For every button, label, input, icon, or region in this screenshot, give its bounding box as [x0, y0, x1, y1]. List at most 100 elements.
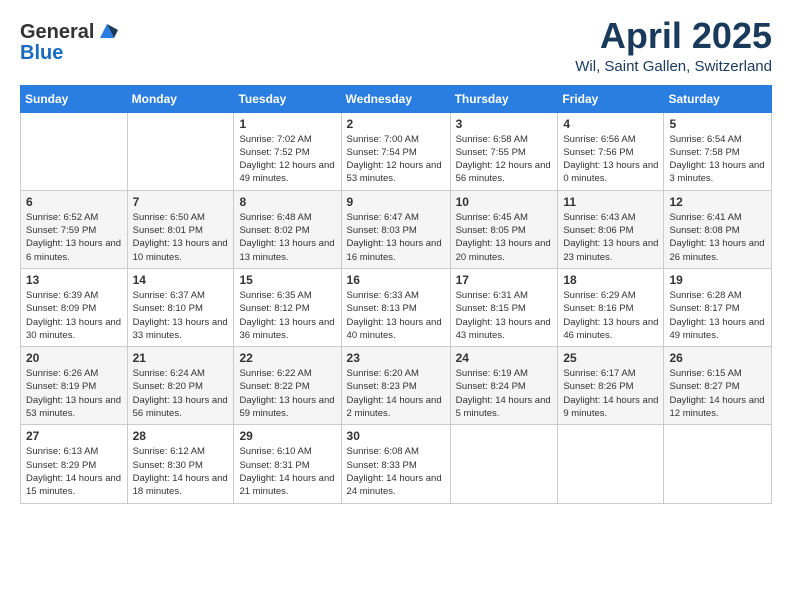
calendar-cell-w4-d7: 26Sunrise: 6:15 AMSunset: 8:27 PMDayligh…: [664, 347, 772, 425]
calendar-cell-w5-d4: 30 Sunrise: 6:08 AMSunset: 8:33 PMDayligh…: [341, 425, 450, 503]
calendar-cell-w2-d7: 12 Sunrise: 6:41 AMSunset: 8:08 PMDayligh…: [664, 190, 772, 268]
calendar-cell-w2-d1: 6 Sunrise: 6:52 AMSunset: 7:59 PMDaylight…: [21, 190, 128, 268]
col-tuesday: Tuesday: [234, 85, 341, 112]
logo: General Blue: [20, 16, 118, 65]
week-row-3: 13Sunrise: 6:39 AMSunset: 8:09 PMDayligh…: [21, 268, 772, 346]
calendar-cell-w1-d3: 1 Sunrise: 7:02 AMSunset: 7:52 PMDaylight…: [234, 112, 341, 190]
calendar-cell-w4-d5: 24 Sunrise: 6:19 AMSunset: 8:24 PMDayligh…: [450, 347, 558, 425]
calendar-cell-w1-d1: [21, 112, 128, 190]
day-info: Sunrise: 6:41 AMSunset: 8:08 PMDaylight:…: [669, 211, 766, 264]
calendar-cell-w2-d4: 9 Sunrise: 6:47 AMSunset: 8:03 PMDaylight…: [341, 190, 450, 268]
day-info: Sunrise: 6:54 AMSunset: 7:58 PMDaylight:…: [669, 133, 766, 186]
day-number: 24: [456, 351, 553, 365]
day-info: Sunrise: 6:35 AMSunset: 8:12 PMDaylight:…: [239, 289, 335, 342]
calendar-table: Sunday Monday Tuesday Wednesday Thursday…: [20, 85, 772, 504]
calendar-cell-w4-d3: 22 Sunrise: 6:22 AMSunset: 8:22 PMDayligh…: [234, 347, 341, 425]
day-number: 25: [563, 351, 658, 365]
day-number: 19: [669, 273, 766, 287]
col-thursday: Thursday: [450, 85, 558, 112]
location-title: Wil, Saint Gallen, Switzerland: [575, 58, 772, 75]
calendar-cell-w4-d1: 20 Sunrise: 6:26 AMSunset: 8:19 PMDayligh…: [21, 347, 128, 425]
calendar-cell-w5-d5: [450, 425, 558, 503]
day-info: Sunrise: 6:56 AMSunset: 7:56 PMDaylight:…: [563, 133, 658, 186]
day-info: Sunrise: 6:17 AMSunset: 8:26 PMDaylight:…: [563, 367, 658, 420]
day-info: Sunrise: 6:58 AMSunset: 7:55 PMDaylight:…: [456, 133, 553, 186]
header: General Blue April 2025 Wil, Saint Galle…: [20, 16, 772, 75]
day-number: 23: [347, 351, 445, 365]
calendar-cell-w3-d5: 17Sunrise: 6:31 AMSunset: 8:15 PMDayligh…: [450, 268, 558, 346]
col-monday: Monday: [127, 85, 234, 112]
day-number: 30: [347, 429, 445, 443]
calendar-cell-w4-d4: 23 Sunrise: 6:20 AMSunset: 8:23 PMDayligh…: [341, 347, 450, 425]
calendar-cell-w1-d4: 2 Sunrise: 7:00 AMSunset: 7:54 PMDaylight…: [341, 112, 450, 190]
calendar-cell-w5-d1: 27 Sunrise: 6:13 AMSunset: 8:29 PMDayligh…: [21, 425, 128, 503]
logo-icon: [96, 20, 118, 42]
day-number: 8: [239, 195, 335, 209]
calendar-cell-w4-d2: 21Sunrise: 6:24 AMSunset: 8:20 PMDayligh…: [127, 347, 234, 425]
logo-general-text: General: [20, 22, 94, 42]
col-saturday: Saturday: [664, 85, 772, 112]
day-number: 20: [26, 351, 122, 365]
day-info: Sunrise: 6:08 AMSunset: 8:33 PMDaylight:…: [347, 445, 445, 498]
day-info: Sunrise: 6:33 AMSunset: 8:13 PMDaylight:…: [347, 289, 445, 342]
day-info: Sunrise: 6:24 AMSunset: 8:20 PMDaylight:…: [133, 367, 229, 420]
day-info: Sunrise: 6:26 AMSunset: 8:19 PMDaylight:…: [26, 367, 122, 420]
month-title: April 2025: [575, 16, 772, 56]
col-wednesday: Wednesday: [341, 85, 450, 112]
calendar-cell-w4-d6: 25 Sunrise: 6:17 AMSunset: 8:26 PMDayligh…: [558, 347, 664, 425]
day-info: Sunrise: 6:28 AMSunset: 8:17 PMDaylight:…: [669, 289, 766, 342]
day-number: 12: [669, 195, 766, 209]
day-info: Sunrise: 7:02 AMSunset: 7:52 PMDaylight:…: [239, 133, 335, 186]
calendar-cell-w2-d3: 8 Sunrise: 6:48 AMSunset: 8:02 PMDaylight…: [234, 190, 341, 268]
day-number: 28: [133, 429, 229, 443]
day-info: Sunrise: 6:10 AMSunset: 8:31 PMDaylight:…: [239, 445, 335, 498]
calendar-cell-w1-d2: [127, 112, 234, 190]
week-row-1: 1 Sunrise: 7:02 AMSunset: 7:52 PMDaylight…: [21, 112, 772, 190]
calendar-cell-w5-d2: 28 Sunrise: 6:12 AMSunset: 8:30 PMDayligh…: [127, 425, 234, 503]
calendar-cell-w5-d7: [664, 425, 772, 503]
logo-blue-text: Blue: [20, 42, 63, 65]
calendar-cell-w1-d6: 4Sunrise: 6:56 AMSunset: 7:56 PMDaylight…: [558, 112, 664, 190]
day-number: 2: [347, 117, 445, 131]
calendar-cell-w1-d5: 3 Sunrise: 6:58 AMSunset: 7:55 PMDaylight…: [450, 112, 558, 190]
day-number: 29: [239, 429, 335, 443]
day-info: Sunrise: 6:50 AMSunset: 8:01 PMDaylight:…: [133, 211, 229, 264]
calendar-cell-w3-d1: 13Sunrise: 6:39 AMSunset: 8:09 PMDayligh…: [21, 268, 128, 346]
day-info: Sunrise: 6:13 AMSunset: 8:29 PMDaylight:…: [26, 445, 122, 498]
page: General Blue April 2025 Wil, Saint Galle…: [0, 0, 792, 612]
col-friday: Friday: [558, 85, 664, 112]
day-number: 22: [239, 351, 335, 365]
day-info: Sunrise: 6:39 AMSunset: 8:09 PMDaylight:…: [26, 289, 122, 342]
day-info: Sunrise: 6:48 AMSunset: 8:02 PMDaylight:…: [239, 211, 335, 264]
day-number: 10: [456, 195, 553, 209]
day-number: 6: [26, 195, 122, 209]
calendar-cell-w1-d7: 5 Sunrise: 6:54 AMSunset: 7:58 PMDaylight…: [664, 112, 772, 190]
calendar-cell-w3-d4: 16 Sunrise: 6:33 AMSunset: 8:13 PMDayligh…: [341, 268, 450, 346]
calendar-cell-w3-d6: 18 Sunrise: 6:29 AMSunset: 8:16 PMDayligh…: [558, 268, 664, 346]
day-info: Sunrise: 6:45 AMSunset: 8:05 PMDaylight:…: [456, 211, 553, 264]
day-info: Sunrise: 6:43 AMSunset: 8:06 PMDaylight:…: [563, 211, 658, 264]
week-row-5: 27 Sunrise: 6:13 AMSunset: 8:29 PMDayligh…: [21, 425, 772, 503]
calendar-cell-w5-d3: 29 Sunrise: 6:10 AMSunset: 8:31 PMDayligh…: [234, 425, 341, 503]
day-number: 16: [347, 273, 445, 287]
day-number: 3: [456, 117, 553, 131]
day-number: 26: [669, 351, 766, 365]
day-info: Sunrise: 6:52 AMSunset: 7:59 PMDaylight:…: [26, 211, 122, 264]
day-info: Sunrise: 6:12 AMSunset: 8:30 PMDaylight:…: [133, 445, 229, 498]
day-number: 18: [563, 273, 658, 287]
day-info: Sunrise: 6:47 AMSunset: 8:03 PMDaylight:…: [347, 211, 445, 264]
day-number: 9: [347, 195, 445, 209]
week-row-2: 6 Sunrise: 6:52 AMSunset: 7:59 PMDaylight…: [21, 190, 772, 268]
day-number: 1: [239, 117, 335, 131]
day-number: 7: [133, 195, 229, 209]
day-info: Sunrise: 7:00 AMSunset: 7:54 PMDaylight:…: [347, 133, 445, 186]
calendar-cell-w5-d6: [558, 425, 664, 503]
day-number: 5: [669, 117, 766, 131]
day-info: Sunrise: 6:22 AMSunset: 8:22 PMDaylight:…: [239, 367, 335, 420]
day-info: Sunrise: 6:29 AMSunset: 8:16 PMDaylight:…: [563, 289, 658, 342]
calendar-cell-w3-d3: 15Sunrise: 6:35 AMSunset: 8:12 PMDayligh…: [234, 268, 341, 346]
calendar-cell-w3-d7: 19 Sunrise: 6:28 AMSunset: 8:17 PMDayligh…: [664, 268, 772, 346]
day-number: 27: [26, 429, 122, 443]
day-info: Sunrise: 6:19 AMSunset: 8:24 PMDaylight:…: [456, 367, 553, 420]
day-info: Sunrise: 6:20 AMSunset: 8:23 PMDaylight:…: [347, 367, 445, 420]
